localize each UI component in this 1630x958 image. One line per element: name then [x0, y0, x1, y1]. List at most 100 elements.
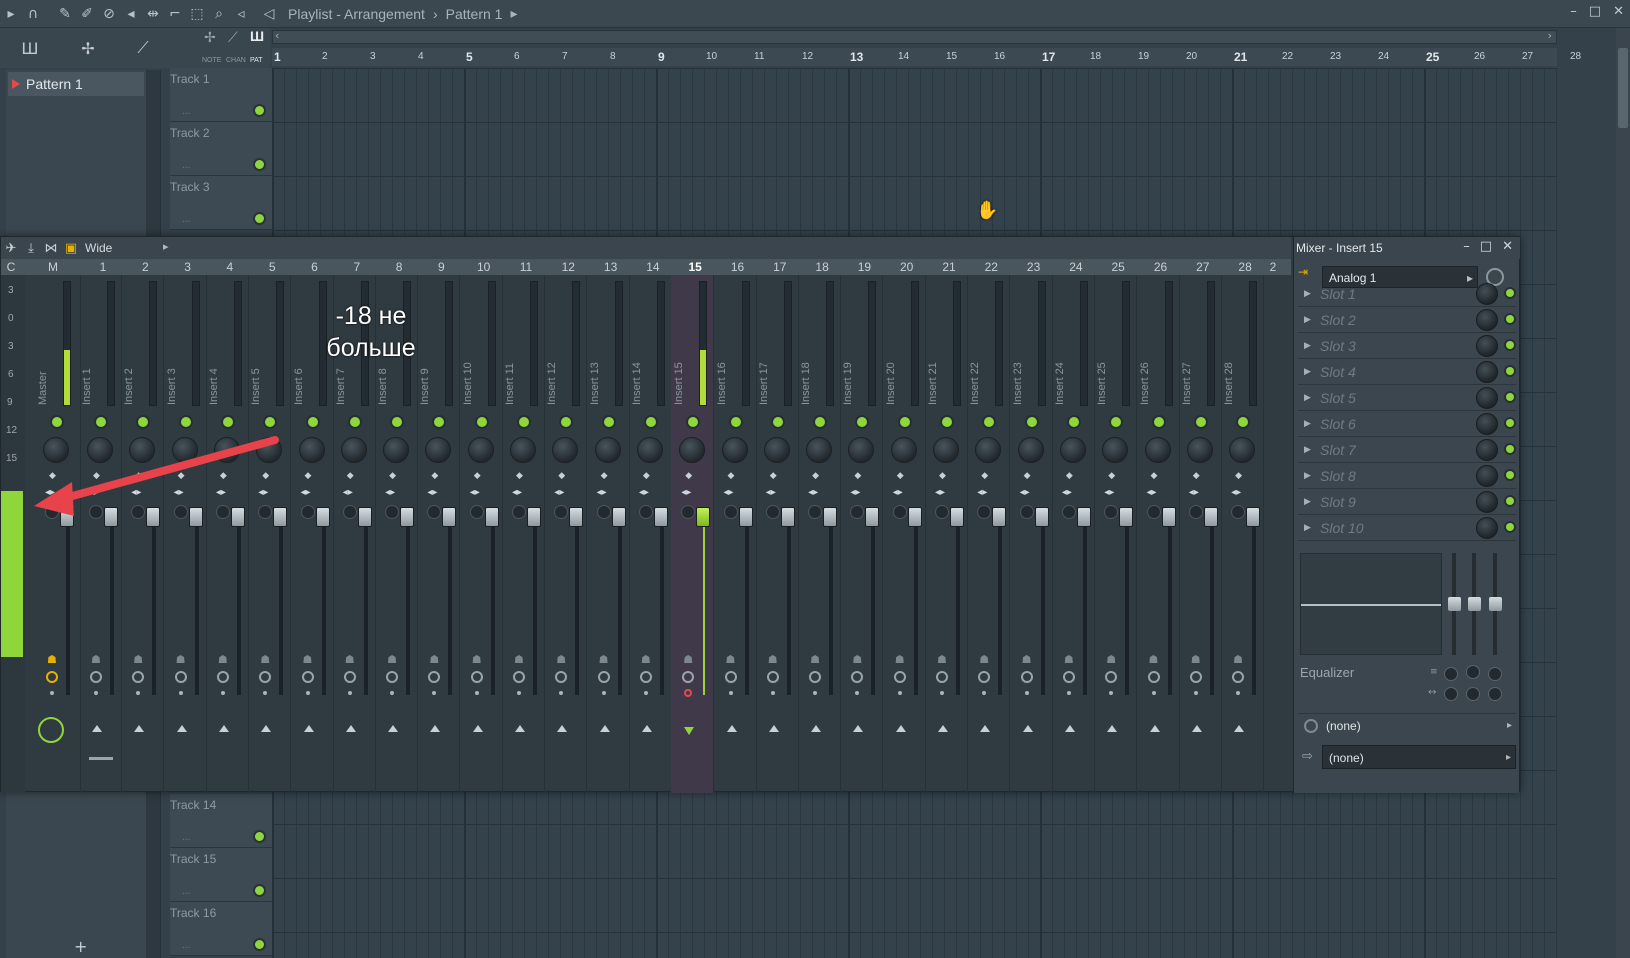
eq-freq-knob[interactable] — [1444, 667, 1458, 681]
stereo-separation-knob[interactable] — [1188, 505, 1203, 519]
swap-icon[interactable]: ◆ — [516, 471, 523, 481]
strip-enable-led[interactable] — [1026, 417, 1037, 427]
add-icon[interactable]: + — [74, 937, 87, 956]
mixer-strip-insert[interactable]: Insert 13 ◆ ◂▸ ☗ — [587, 275, 630, 793]
record-dot[interactable] — [813, 691, 818, 695]
slot-enable-led[interactable] — [1506, 419, 1514, 427]
stereo-icon[interactable]: ◂▸ — [1147, 487, 1157, 498]
slot-mix-knob[interactable] — [1476, 361, 1498, 383]
swap-icon[interactable]: ◆ — [1108, 471, 1115, 481]
minimize-icon[interactable]: – — [1463, 239, 1470, 254]
strip-enable-led[interactable] — [52, 417, 62, 427]
lock-icon[interactable]: ☗ — [979, 653, 989, 666]
strip-enable-led[interactable] — [984, 417, 995, 427]
swap-icon[interactable]: ◆ — [49, 471, 56, 481]
close-icon[interactable]: ✕ — [1613, 4, 1624, 19]
insert-number[interactable]: 5 — [250, 260, 294, 274]
pan-knob[interactable] — [806, 437, 833, 463]
stereo-separation-knob[interactable] — [173, 505, 188, 519]
record-dot[interactable] — [136, 691, 141, 695]
send-arrow-icon[interactable] — [641, 725, 652, 732]
master-label[interactable]: M — [31, 260, 75, 274]
volume-fader[interactable] — [907, 507, 922, 527]
stereo-icon[interactable]: ◂▸ — [1189, 487, 1199, 498]
strip-enable-led[interactable] — [857, 417, 868, 427]
send-arrow-icon[interactable] — [726, 725, 737, 732]
send-arrow-icon[interactable] — [1191, 725, 1202, 732]
track-header[interactable]: Track 15... — [170, 848, 272, 902]
effect-slot[interactable]: ▶ Slot 6 — [1298, 411, 1516, 437]
send-arrow-icon[interactable] — [1107, 725, 1118, 732]
latency-icon[interactable] — [682, 671, 695, 683]
slot-mix-knob[interactable] — [1476, 491, 1498, 513]
stereo-separation-knob[interactable] — [808, 505, 823, 519]
slot-expand-icon[interactable]: ▶ — [1304, 359, 1311, 385]
stereo-separation-knob[interactable] — [1231, 505, 1246, 519]
audio-output-select[interactable]: (none) ▸ — [1322, 745, 1516, 769]
insert-number[interactable]: 24 — [1054, 260, 1098, 274]
latency-icon[interactable] — [1020, 671, 1033, 683]
stereo-separation-knob[interactable] — [892, 505, 907, 519]
latency-icon[interactable] — [1105, 671, 1118, 683]
send-arrow-icon[interactable] — [1234, 725, 1245, 732]
scroll-left-icon[interactable]: ‹ — [275, 29, 279, 42]
pan-knob[interactable] — [1017, 437, 1044, 463]
send-arrow-icon[interactable] — [472, 725, 483, 732]
strip-enable-led[interactable] — [899, 417, 910, 427]
volume-fader[interactable] — [357, 507, 372, 527]
stereo-separation-knob[interactable] — [935, 505, 949, 519]
insert-number[interactable]: 20 — [885, 260, 929, 274]
track-header[interactable]: Track 3... — [170, 176, 272, 230]
minimize-icon[interactable]: – — [1570, 4, 1577, 19]
swap-icon[interactable]: ◆ — [135, 471, 142, 481]
volume-fader[interactable] — [1203, 507, 1218, 527]
stereo-icon[interactable]: ◂▸ — [554, 487, 564, 498]
stereo-icon[interactable]: ◂▸ — [597, 487, 607, 498]
insert-number[interactable]: 13 — [589, 260, 633, 274]
insert-number[interactable]: 14 — [631, 260, 675, 274]
slot-expand-icon[interactable]: ▶ — [1304, 385, 1311, 411]
lock-icon[interactable]: ☗ — [47, 653, 57, 666]
eq-high-fader[interactable] — [1489, 597, 1502, 611]
strip-enable-led[interactable] — [434, 417, 445, 427]
mixer-strip-insert[interactable]: Insert 19 ◆ ◂▸ ☗ — [840, 275, 884, 793]
latency-icon[interactable] — [1062, 671, 1075, 683]
stereo-separation-knob[interactable] — [427, 505, 442, 519]
stereo-icon[interactable]: ◂▸ — [766, 487, 776, 498]
record-dot[interactable] — [94, 691, 98, 695]
volume-fader[interactable] — [950, 507, 964, 527]
latency-icon[interactable] — [259, 671, 272, 683]
volume-fader[interactable] — [1119, 507, 1134, 527]
pan-knob[interactable] — [298, 437, 325, 463]
record-dot[interactable] — [601, 691, 606, 695]
latency-icon[interactable] — [46, 671, 58, 683]
effect-slot[interactable]: ▶ Slot 4 — [1298, 359, 1516, 385]
vertical-scrollbar[interactable] — [1616, 28, 1630, 958]
swap-icon[interactable]: ◆ — [178, 471, 185, 481]
pan-knob[interactable] — [383, 437, 410, 463]
stereo-icon[interactable]: ◂▸ — [174, 487, 184, 498]
strip-enable-led[interactable] — [180, 417, 191, 427]
swap-icon[interactable]: ◆ — [1024, 471, 1031, 481]
zoom-icon[interactable]: ⌕ — [208, 6, 230, 22]
lock-icon[interactable]: ☗ — [937, 653, 947, 666]
pan-knob[interactable] — [1102, 437, 1129, 463]
send-arrow-icon[interactable] — [388, 725, 399, 732]
latency-icon[interactable] — [639, 671, 652, 683]
lock-icon[interactable]: ☗ — [1233, 653, 1243, 666]
insert-number[interactable]: 10 — [462, 260, 506, 274]
stereo-icon[interactable]: ◂▸ — [1062, 487, 1072, 498]
insert-number[interactable]: 16 — [716, 260, 760, 274]
volume-fader[interactable] — [611, 507, 626, 527]
magnet-icon[interactable]: ∩ — [22, 6, 44, 22]
track-time-select[interactable]: (none) ▸ — [1298, 713, 1516, 737]
volume-fader[interactable] — [653, 507, 668, 527]
eq-freq-knob[interactable] — [1466, 665, 1480, 679]
swap-icon[interactable]: ◆ — [728, 471, 735, 481]
playback-icon[interactable]: ◃ — [230, 6, 252, 22]
latency-icon[interactable] — [216, 671, 229, 683]
lock-icon[interactable]: ☗ — [429, 653, 439, 666]
send-arrow-icon[interactable] — [811, 725, 822, 732]
swap-icon[interactable]: ◆ — [389, 471, 396, 481]
send-arrow-icon[interactable] — [218, 725, 229, 732]
